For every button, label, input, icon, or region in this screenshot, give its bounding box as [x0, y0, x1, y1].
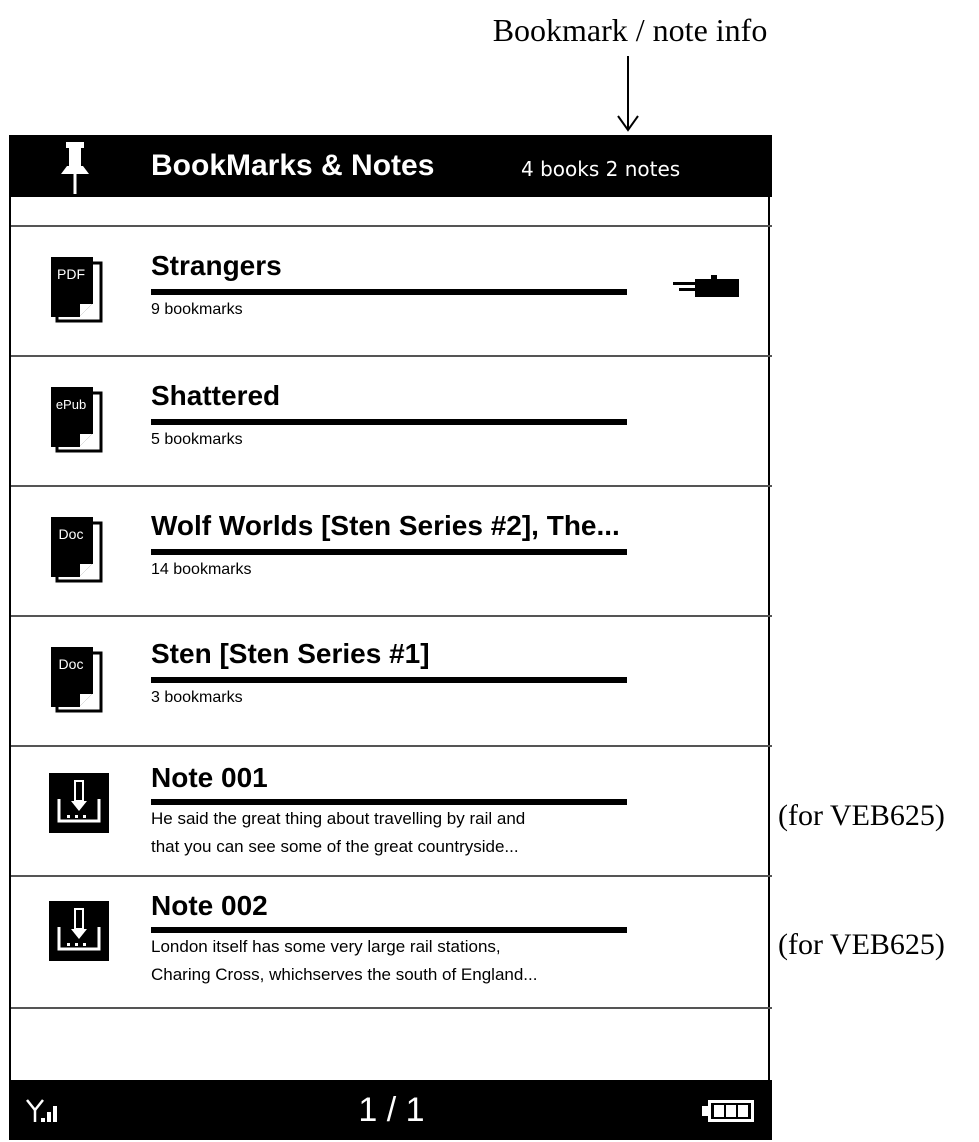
book-title: Shattered: [151, 380, 281, 411]
svg-text:PDF: PDF: [57, 266, 85, 282]
progress-bar: [151, 549, 627, 555]
epub-file-icon: ePub: [51, 387, 103, 453]
note-download-icon: [49, 773, 109, 833]
book-title: Sten [Sten Series #1]: [151, 638, 430, 669]
bookmark-count: 5 bookmarks: [151, 431, 243, 448]
doc-file-icon: Doc: [51, 647, 103, 713]
annotation-text: (for VEB625): [778, 799, 945, 832]
svg-text:Doc: Doc: [59, 656, 84, 672]
note-excerpt: He said the great thing about travelling…: [151, 809, 526, 856]
list-item-wolf-worlds[interactable]: Doc Wolf Worlds [Sten Series #2], The...…: [11, 487, 772, 615]
pushpin-icon: [61, 142, 89, 194]
svg-text:Doc: Doc: [59, 526, 84, 542]
list-item-shattered[interactable]: ePub Shattered 5 bookmarks: [11, 357, 772, 485]
note-title: Note 002: [151, 890, 268, 921]
bookmark-count: 9 bookmarks: [151, 301, 243, 318]
ereader-screen: BookMarks & Notes 4 books 2 notes PDF St…: [9, 135, 772, 1140]
page-indicator: 1 / 1: [358, 1091, 425, 1129]
note-title: Note 001: [151, 762, 268, 793]
progress-bar: [151, 677, 627, 683]
progress-bar: [151, 419, 627, 425]
note-download-icon: [49, 901, 109, 961]
progress-bar: [151, 289, 627, 295]
divider: [11, 1007, 772, 1009]
bookmark-note-count: 4 books 2 notes: [521, 157, 681, 181]
status-bar: 1 / 1: [11, 1080, 772, 1140]
annotation-text: (for VEB625): [778, 928, 945, 961]
book-title: Strangers: [151, 250, 282, 281]
arrow-down-icon: [617, 56, 639, 132]
note-excerpt: London itself has some very large rail s…: [151, 937, 538, 984]
list-item-note-002[interactable]: Note 002 London itself has some very lar…: [11, 877, 772, 1005]
book-title: Wolf Worlds [Sten Series #2], The...: [151, 510, 620, 541]
battery-icon: [702, 1100, 754, 1122]
doc-file-icon: Doc: [51, 517, 103, 583]
annotation-bookmark-note-info: Bookmark / note info: [492, 12, 768, 48]
bookmark-count: 3 bookmarks: [151, 689, 243, 706]
pdf-file-icon: PDF: [51, 257, 103, 323]
list-item-strangers[interactable]: PDF Strangers 9 bookmarks: [11, 227, 772, 355]
page-title: BookMarks & Notes: [151, 149, 435, 182]
list-item-sten[interactable]: Doc Sten [Sten Series #1] 3 bookmarks: [11, 617, 772, 745]
list-item-note-001[interactable]: Note 001 He said the great thing about t…: [11, 747, 772, 875]
pointing-hand-icon: [673, 275, 739, 297]
svg-text:ePub: ePub: [56, 397, 86, 412]
bookmark-count: 14 bookmarks: [151, 561, 252, 578]
header-bar: BookMarks & Notes 4 books 2 notes: [11, 135, 772, 197]
